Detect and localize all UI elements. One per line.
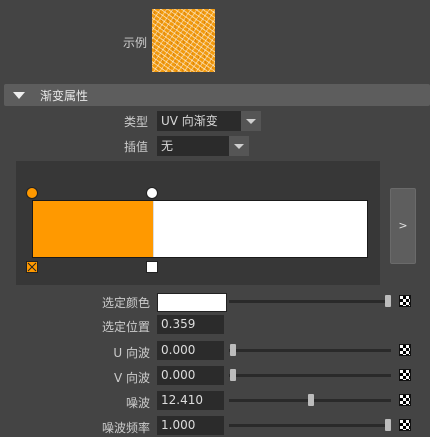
- selected-position-field[interactable]: 0.359: [157, 315, 224, 334]
- u-wave-slider-track[interactable]: [229, 349, 391, 352]
- v-wave-field[interactable]: 0.000: [157, 366, 224, 385]
- delete-x-icon: [27, 262, 37, 272]
- u-wave-label: U 向波: [113, 346, 150, 360]
- sample-label: 示例: [122, 36, 147, 50]
- ramp-split-line: [153, 201, 154, 257]
- noise-field[interactable]: 12.410: [157, 391, 224, 410]
- checker-map-icon[interactable]: [399, 344, 411, 356]
- noise-frequency-slider-track[interactable]: [229, 424, 391, 427]
- noise-frequency-slider-handle[interactable]: [385, 419, 391, 431]
- u-wave-field[interactable]: 0.000: [157, 341, 224, 360]
- v-wave-label: V 向波: [113, 371, 150, 385]
- interpolation-label: 插值: [123, 140, 148, 154]
- checker-map-icon[interactable]: [399, 295, 411, 307]
- ramp-delete-handle-orange[interactable]: [26, 261, 38, 273]
- noise-frequency-field[interactable]: 1.000: [157, 416, 224, 435]
- noise-slider-handle[interactable]: [308, 394, 314, 406]
- section-title: 渐变属性: [40, 89, 89, 103]
- v-wave-slider-track[interactable]: [229, 374, 391, 377]
- checker-map-icon[interactable]: [399, 419, 411, 431]
- selected-color-slider-track[interactable]: [229, 300, 391, 303]
- u-wave-slider-handle[interactable]: [230, 344, 236, 356]
- ramp-gradient-bar[interactable]: [32, 200, 368, 258]
- selected-color-label: 选定颜色: [101, 296, 150, 310]
- checker-map-icon[interactable]: [399, 394, 411, 406]
- ramp-delete-handle-white[interactable]: [146, 261, 158, 273]
- type-dropdown[interactable]: UV 向渐变: [157, 111, 261, 131]
- interpolation-dropdown[interactable]: 无: [157, 136, 249, 156]
- noise-label: 噪波: [125, 396, 150, 410]
- interpolation-dropdown-value: 无: [161, 139, 174, 153]
- noise-frequency-label: 噪波频率: [101, 421, 150, 435]
- expand-ramp-button[interactable]: >: [390, 188, 416, 264]
- checker-map-icon[interactable]: [399, 369, 411, 381]
- triangle-down-icon[interactable]: [13, 92, 25, 99]
- chevron-down-icon[interactable]: [241, 111, 261, 131]
- selected-position-label: 选定位置: [101, 320, 150, 334]
- type-dropdown-value: UV 向渐变: [161, 114, 218, 128]
- v-wave-slider-handle[interactable]: [230, 369, 236, 381]
- ramp-handle-orange[interactable]: [26, 187, 38, 199]
- ramp-orange-segment: [33, 201, 153, 257]
- type-label: 类型: [123, 115, 148, 129]
- selected-color-slider-handle[interactable]: [385, 295, 391, 307]
- ramp-attributes-header[interactable]: 渐变属性: [4, 84, 430, 106]
- selected-color-swatch[interactable]: [157, 293, 227, 312]
- chevron-down-icon[interactable]: [229, 136, 249, 156]
- ramp-handle-white[interactable]: [146, 187, 158, 199]
- sample-swatch: [152, 9, 215, 72]
